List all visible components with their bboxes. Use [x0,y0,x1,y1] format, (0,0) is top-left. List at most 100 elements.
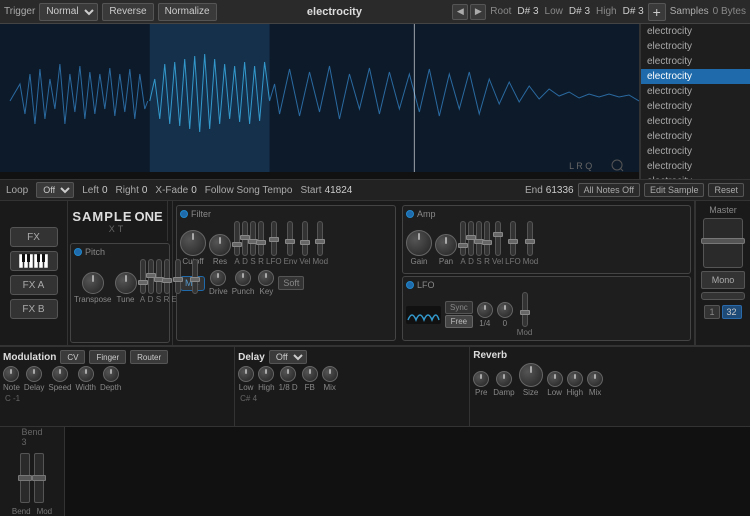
mono-button[interactable]: Mono [701,271,745,289]
filter-r-fader[interactable] [258,221,264,256]
free-button[interactable]: Free [445,315,473,328]
mod-delay-knob[interactable] [26,366,42,382]
pan-knob[interactable] [435,234,457,256]
key-knob[interactable] [258,270,274,286]
sample-item[interactable]: electrocity [641,114,750,129]
sync-button[interactable]: Sync [445,301,473,314]
mod-fader[interactable] [34,453,44,503]
soft-button[interactable]: Soft [278,276,304,290]
bend-fader[interactable] [20,453,30,503]
fx-b-button[interactable]: FX B [10,299,58,319]
mod-cv-tab[interactable]: CV [60,350,85,364]
delay-high-knob[interactable] [258,366,274,382]
reverb-mix-label: Mix [589,388,601,397]
transpose-knob[interactable] [82,272,104,294]
mod-depth-label: Depth [100,383,121,392]
amp-mod-fader[interactable] [527,221,533,256]
reverb-high-knob[interactable] [567,371,583,387]
amp-r-label: R [484,257,490,266]
amp-vel-fader[interactable] [495,221,501,256]
punch-knob[interactable] [235,270,251,286]
pitch-a-fader[interactable] [140,259,146,294]
edit-sample-button[interactable]: Edit Sample [644,183,705,197]
reverb-title: Reverb [473,350,507,361]
res-knob[interactable] [209,234,231,256]
lfo-rate-knob[interactable] [477,302,493,318]
drive-knob[interactable] [210,270,226,286]
pitch-s-fader[interactable] [156,259,162,294]
sample-item[interactable]: electrocity [641,159,750,174]
synth-area: FX FX A FX B SAMPLE ONE [0,201,750,346]
lfo-mod-fader[interactable] [522,292,528,327]
cutoff-knob[interactable] [180,230,206,256]
filter-s-fader[interactable] [250,221,256,256]
filter-d-fader[interactable] [242,221,248,256]
next-sample-arrow[interactable]: ▶ [470,4,486,20]
mod-note-knob[interactable] [3,366,19,382]
reverb-pre-knob[interactable] [473,371,489,387]
mod-depth-knob[interactable] [103,366,119,382]
pitch-r-fader[interactable] [164,259,170,294]
sample-item[interactable]: electrocity [641,24,750,39]
master-num-1[interactable]: 1 [704,305,719,319]
delay-mix-label: Mix [323,383,335,392]
tune-knob[interactable] [115,272,137,294]
filter-lfo-fader[interactable] [271,221,277,256]
trigger-mode-select[interactable]: Normal [39,3,98,21]
reverb-size-knob[interactable] [519,363,543,387]
delay-mode-select[interactable]: Off [269,350,307,364]
filter-mod-fader[interactable] [317,221,323,256]
fx-a-button[interactable]: FX A [10,275,58,295]
mod-width-knob[interactable] [78,366,94,382]
sample-item-selected[interactable]: electrocity [641,69,750,84]
pitch-env-fader[interactable] [175,259,181,294]
delay-eighth-knob[interactable] [280,366,296,382]
lfo-mod-fader-wrap: Mod [517,292,533,337]
waveform-display[interactable]: L R Q [0,24,640,179]
mod-speed-knob[interactable] [52,366,68,382]
filter-env-fader[interactable] [287,221,293,256]
prev-sample-arrow[interactable]: ◀ [452,4,468,20]
reset-button[interactable]: Reset [708,183,744,197]
loop-mode-select[interactable]: Off [36,182,74,198]
normalize-button[interactable]: Normalize [158,3,217,21]
delay-low-knob[interactable] [238,366,254,382]
delay-fb-knob[interactable] [302,366,318,382]
master-h-fader[interactable] [701,292,745,300]
sample-item[interactable]: electrocity [641,174,750,179]
gain-knob[interactable] [406,230,432,256]
sample-item[interactable]: electrocity [641,144,750,159]
piano-icon-button[interactable] [10,251,58,271]
amp-lfo-label: LFO [505,257,521,266]
fx-button[interactable]: FX [10,227,58,247]
reverb-damp-knob[interactable] [496,371,512,387]
reverb-mix-knob[interactable] [587,371,603,387]
sample-item[interactable]: electrocity [641,84,750,99]
piano-keyboard[interactable]: /* generated below */ [65,427,750,516]
add-sample-button[interactable]: + [648,3,666,21]
pitch-lfo-fader[interactable] [192,259,198,294]
reverb-low-knob[interactable] [547,371,563,387]
all-notes-off-button[interactable]: All Notes Off [578,183,640,197]
lfo-depth-knob[interactable] [497,302,513,318]
sample-item[interactable]: electrocity [641,39,750,54]
amp-lfo-fader[interactable] [510,221,516,256]
master-fader[interactable] [703,218,743,268]
left-controls: FX FX A FX B [0,201,68,345]
amp-r-fader[interactable] [484,221,490,256]
filter-lfo-label: LFO [266,257,282,266]
sample-item[interactable]: electrocity [641,54,750,69]
amp-s-fader[interactable] [476,221,482,256]
reverse-button[interactable]: Reverse [102,3,153,21]
filter-vel-fader[interactable] [302,221,308,256]
mod-router-tab[interactable]: Router [130,350,168,364]
delay-mix-knob[interactable] [322,366,338,382]
sample-item[interactable]: electrocity [641,129,750,144]
pitch-s-fader-wrap: S [156,259,162,304]
mod-finger-tab[interactable]: Finger [89,350,126,364]
master-num-32[interactable]: 32 [722,305,742,319]
sample-item[interactable]: electrocity [641,99,750,114]
filter-mod-fader-wrap: Mod [312,221,328,266]
pitch-d-fader[interactable] [148,259,154,294]
amp-d-fader[interactable] [468,221,474,256]
